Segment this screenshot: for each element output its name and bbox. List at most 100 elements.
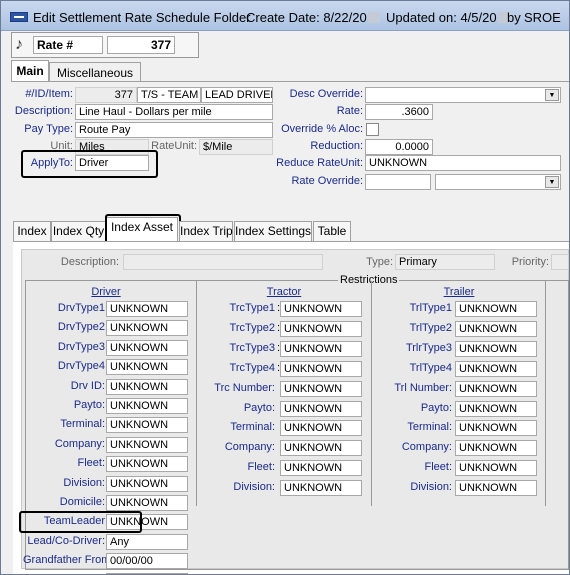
desc-override-dropdown[interactable]: ▼	[365, 87, 561, 103]
pay-type-label: Pay Type:	[24, 123, 73, 135]
trailer-trlrtype3-field[interactable]: UNKNOWN	[455, 340, 537, 357]
tractor-header: Tractor	[266, 286, 302, 298]
trailer-trltype4-label: TrlType4	[409, 361, 452, 374]
description-label: Description:	[14, 105, 73, 117]
driver-company-field[interactable]: UNKNOWN	[106, 436, 188, 453]
driver-header: Driver	[91, 286, 121, 298]
tractor-trctype4-field[interactable]: UNKNOWN	[280, 360, 362, 377]
trailer-trltype2-field[interactable]: UNKNOWN	[455, 320, 537, 337]
app-logo-icon	[10, 12, 28, 22]
id-code-field[interactable]: T/S - TEAM	[137, 87, 201, 103]
driver-grandfather-from-field[interactable]: 00/00/00	[106, 553, 188, 570]
tractor-terminal-field[interactable]: UNKNOWN	[280, 420, 362, 437]
chevron-down-icon[interactable]: ▼	[545, 176, 559, 188]
reduction-label: Reduction:	[310, 140, 363, 152]
driver-terminal-label: Terminal:	[60, 418, 105, 431]
driver-company-label: Company:	[54, 437, 105, 450]
tab-index-settings[interactable]: Index Settings	[234, 221, 312, 241]
driver-drvtype1-field[interactable]: UNKNOWN	[106, 301, 188, 317]
driver-drvtype2-label: DrvType2	[57, 321, 105, 334]
create-date: Create Date: 8/22/20	[246, 10, 380, 25]
rate-value-field[interactable]: .3600	[365, 104, 433, 120]
trailer-trltype4-field[interactable]: UNKNOWN	[455, 360, 537, 377]
rate-override-label: Rate Override:	[291, 175, 363, 187]
tractor-terminal-label: Terminal:	[230, 421, 275, 434]
trailer-fleet-field[interactable]: UNKNOWN	[455, 460, 537, 477]
tab-index-trip[interactable]: Index Trip	[179, 221, 233, 241]
restrictions-divider	[545, 281, 546, 506]
updated-date: Updated on: 4/5/20	[386, 10, 510, 25]
tractor-payto-field[interactable]: UNKNOWN	[280, 400, 362, 417]
tractor-trctype3-field[interactable]: UNKNOWN	[280, 340, 362, 357]
settlement-rate-window: Edit Settlement Rate Schedule Folder Cre…	[0, 0, 570, 575]
note-icon[interactable]: ♪	[15, 36, 23, 54]
trailer-trl-number-field[interactable]: UNKNOWN	[455, 380, 537, 397]
tractor-fleet-field[interactable]: UNKNOWN	[280, 460, 362, 477]
driver-fleet-field[interactable]: UNKNOWN	[106, 456, 188, 473]
tractor-company-field[interactable]: UNKNOWN	[280, 440, 362, 457]
tab-table[interactable]: Table	[313, 221, 351, 241]
driver-lead-co-driver-field[interactable]: Any	[106, 533, 188, 550]
driver-drvtype3-label: DrvType3	[57, 340, 105, 353]
driver-payto-field[interactable]: UNKNOWN	[106, 398, 188, 414]
driver-drvtype3-field[interactable]: UNKNOWN	[106, 339, 188, 356]
chevron-down-icon[interactable]: ▼	[545, 89, 559, 101]
driver-drvtype2-field[interactable]: UNKNOWN	[106, 320, 188, 337]
trailer-payto-field[interactable]: UNKNOWN	[455, 400, 537, 417]
rate-value-label: Rate:	[336, 105, 363, 117]
id-item-label: #/ID/Item:	[25, 88, 73, 100]
tab-main[interactable]: Main	[11, 60, 49, 82]
tractor-division-label: Division:	[233, 481, 275, 494]
tab-index[interactable]: Index	[13, 221, 51, 241]
driver-division-field[interactable]: UNKNOWN	[106, 475, 188, 492]
driver-division-label: Division:	[63, 476, 105, 489]
rate-number-field[interactable]: 377	[107, 36, 175, 54]
driver-domicile-label: Domicile:	[59, 496, 105, 508]
tractor-trctype4-label: TrcType4	[229, 361, 275, 374]
driver-domicile-field[interactable]: UNKNOWN	[106, 495, 188, 511]
tractor-company-label: Company:	[224, 441, 275, 454]
driver-grandfather-from-label: Grandfather From:	[23, 554, 114, 567]
tab-miscellaneous[interactable]: Miscellaneous	[49, 62, 141, 82]
lead-co-driver-highlight	[19, 511, 142, 533]
rate-override-dropdown[interactable]: ▼	[435, 174, 561, 190]
trailer-terminal-field[interactable]: UNKNOWN	[455, 420, 537, 437]
asset-description-field	[123, 254, 323, 270]
title-bar: Edit Settlement Rate Schedule Folder Cre…	[1, 1, 569, 31]
driver-drv-id-field[interactable]: UNKNOWN	[106, 378, 188, 395]
reduce-rate-unit-field[interactable]: UNKNOWN	[365, 155, 561, 171]
tractor-trctype1-label: TrcType1	[229, 302, 275, 314]
reduction-field[interactable]: 0.0000	[365, 139, 433, 155]
description-field[interactable]: Line Haul - Dollars per mile	[75, 104, 273, 120]
trailer-division-field[interactable]: UNKNOWN	[455, 480, 537, 497]
tractor-payto-label: Payto:	[243, 401, 275, 414]
trailer-trltype1-field[interactable]: UNKNOWN	[455, 301, 537, 317]
tractor-trctype2-label: TrcType2	[229, 321, 275, 334]
tractor-division-field[interactable]: UNKNOWN	[280, 480, 362, 497]
driver-drvtype4-label: DrvType4	[57, 360, 105, 373]
driver-drvtype4-field[interactable]: UNKNOWN	[106, 359, 188, 376]
by-label: by	[507, 10, 521, 25]
tractor-fleet-label: Fleet:	[247, 461, 275, 474]
trailer-division-label: Division:	[410, 481, 452, 494]
override-aloc-label: Override % Aloc:	[281, 123, 363, 135]
rate-label: Rate #	[33, 36, 103, 54]
priority-label: Priority:	[511, 256, 549, 268]
trailer-trltype1-label: TrlType1	[409, 302, 452, 314]
tractor-trctype1-field[interactable]: UNKNOWN	[280, 301, 362, 317]
driver-terminal-field[interactable]: UNKNOWN	[106, 417, 188, 434]
tractor-trctype2-field[interactable]: UNKNOWN	[280, 320, 362, 337]
updated-by-user: SROE	[524, 10, 561, 25]
trailer-company-label: Company:	[401, 441, 452, 454]
trailer-terminal-label: Terminal:	[407, 421, 452, 434]
driver-drv-id-label: Drv ID:	[70, 379, 105, 392]
trailer-trl-number-label: Trl Number:	[394, 381, 452, 394]
pay-type-field[interactable]: Route Pay	[75, 122, 273, 138]
trailer-fleet-label: Fleet:	[424, 461, 452, 474]
tractor-trc-number-field[interactable]: UNKNOWN	[280, 380, 362, 397]
rate-override-field[interactable]	[365, 174, 431, 190]
tractor-trctype3-label: TrcType3	[229, 341, 275, 354]
override-aloc-checkbox[interactable]	[366, 123, 379, 136]
tab-index-qty[interactable]: Index Qty	[51, 221, 106, 241]
trailer-company-field[interactable]: UNKNOWN	[455, 440, 537, 457]
